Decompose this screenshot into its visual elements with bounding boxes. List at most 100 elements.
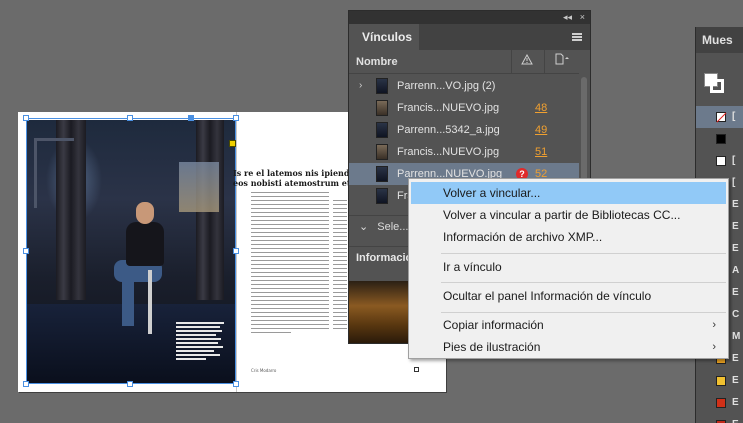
menu-item-hide-link-info[interactable]: Ocultar el panel Información de vínculo bbox=[411, 285, 726, 307]
selection-handle[interactable] bbox=[233, 115, 239, 121]
swatch-label: E bbox=[732, 397, 739, 408]
link-name: Francis...NUEVO.jpg bbox=[397, 146, 500, 158]
menu-item-relink-cc-libraries[interactable]: Volver a vincular a partir de Biblioteca… bbox=[411, 204, 726, 226]
selection-handle[interactable] bbox=[127, 381, 133, 387]
warning-icon[interactable] bbox=[511, 50, 541, 74]
stroke-swatch[interactable] bbox=[710, 79, 724, 93]
swatch-item[interactable]: E bbox=[696, 414, 743, 423]
headline-line: eos nobisti atemostrum et et bbox=[233, 178, 348, 188]
swatch-label: [ bbox=[732, 111, 736, 122]
menu-item-relink[interactable]: Volver a vincular... bbox=[411, 182, 726, 204]
link-preview-image bbox=[349, 281, 411, 343]
swatch-label: C bbox=[732, 309, 740, 320]
page-marker bbox=[414, 367, 419, 372]
link-thumbnail bbox=[376, 166, 388, 182]
link-row[interactable]: Parrenn...5342_a.jpg 49 bbox=[349, 119, 579, 141]
photo-figure-shin bbox=[122, 276, 134, 326]
swatch-color-chip bbox=[716, 112, 726, 122]
placed-photo[interactable] bbox=[26, 120, 235, 384]
page-footer: Cris Modarro bbox=[251, 368, 277, 373]
headline-line: Is re el latemos nis ipienda bbox=[233, 168, 348, 178]
menu-item-label: Ocultar el panel Información de vínculo bbox=[443, 289, 652, 303]
swatch-color-chip bbox=[716, 398, 726, 408]
page-icon[interactable] bbox=[544, 50, 579, 74]
panel-titlebar[interactable]: ◂◂ × bbox=[349, 11, 590, 24]
link-thumbnail bbox=[376, 78, 388, 94]
selection-handle[interactable] bbox=[188, 115, 194, 121]
swatch-item[interactable]: [ bbox=[696, 106, 743, 128]
link-row[interactable]: Francis...NUEVO.jpg 51 bbox=[349, 141, 579, 163]
photo-figure-torso bbox=[126, 222, 164, 266]
menu-item-label: Ir a vínculo bbox=[443, 260, 502, 274]
selection-handle[interactable] bbox=[23, 115, 29, 121]
column-name-header[interactable]: Nombre bbox=[356, 56, 398, 68]
menu-item-label: Volver a vincular... bbox=[443, 186, 541, 200]
swatch-item[interactable] bbox=[696, 128, 743, 150]
selection-handle[interactable] bbox=[23, 248, 29, 254]
swatch-label: E bbox=[732, 199, 739, 210]
link-page-number[interactable]: 48 bbox=[535, 97, 547, 119]
fill-stroke-icon[interactable] bbox=[704, 73, 724, 93]
link-page-number[interactable]: 49 bbox=[535, 119, 547, 141]
body-text-column[interactable] bbox=[333, 200, 347, 332]
article-headline[interactable]: Is re el latemos nis ipienda eos nobisti… bbox=[233, 168, 348, 188]
menu-item-go-to-link[interactable]: Ir a vínculo bbox=[411, 256, 726, 278]
menu-item-label: Pies de ilustración bbox=[443, 340, 541, 354]
panel-menu-icon[interactable] bbox=[572, 33, 582, 41]
photo-caption-text bbox=[176, 322, 226, 362]
swatch-color-chip bbox=[716, 376, 726, 386]
selection-handle[interactable] bbox=[233, 248, 239, 254]
swatch-item[interactable]: E bbox=[696, 392, 743, 414]
photo-stool bbox=[148, 270, 152, 334]
tab-swatches[interactable]: Mues bbox=[696, 27, 743, 53]
link-name: Parrenn...5342_a.jpg bbox=[397, 124, 500, 136]
menu-item-captions[interactable]: Pies de ilustración › bbox=[411, 336, 726, 358]
menu-item-label: Copiar información bbox=[443, 318, 544, 332]
swatch-label: E bbox=[732, 243, 739, 254]
link-thumbnail bbox=[376, 188, 388, 204]
swatch-color-chip bbox=[716, 156, 726, 166]
swatch-label: E bbox=[732, 375, 739, 386]
swatch-label: A bbox=[732, 265, 740, 276]
menu-separator bbox=[441, 253, 726, 254]
swatch-label: E bbox=[732, 221, 739, 232]
link-row[interactable]: › Parrenn...VO.jpg (2) bbox=[349, 75, 579, 97]
context-menu[interactable]: Volver a vincular... Volver a vincular a… bbox=[408, 178, 729, 359]
content-grabber-handle[interactable] bbox=[229, 140, 236, 147]
link-page-number[interactable]: 51 bbox=[535, 141, 547, 163]
close-panel-icon[interactable]: × bbox=[580, 11, 585, 24]
swatch-item[interactable]: [ bbox=[696, 150, 743, 172]
menu-item-xmp-info[interactable]: Información de archivo XMP... bbox=[411, 226, 726, 248]
link-thumbnail bbox=[376, 100, 388, 116]
photo-figure-head bbox=[136, 202, 154, 224]
menu-item-label: Volver a vincular a partir de Biblioteca… bbox=[443, 208, 681, 222]
links-scrollbar[interactable] bbox=[581, 77, 587, 187]
selection-handle[interactable] bbox=[233, 381, 239, 387]
swatch-label: E bbox=[732, 414, 739, 423]
tab-links[interactable]: Vínculos bbox=[349, 24, 419, 50]
submenu-arrow-icon: › bbox=[712, 341, 716, 353]
body-text-column[interactable] bbox=[251, 192, 329, 336]
selection-handle[interactable] bbox=[127, 115, 133, 121]
expand-twisty-icon[interactable]: › bbox=[359, 75, 362, 97]
swatch-label: E bbox=[732, 353, 739, 364]
link-name: Francis...NUEVO.jpg bbox=[397, 102, 500, 114]
link-thumbnail bbox=[376, 122, 388, 138]
swatch-label: [ bbox=[732, 177, 736, 188]
swatch-color-chip bbox=[716, 134, 726, 144]
menu-item-label: Información de archivo XMP... bbox=[443, 230, 603, 244]
link-row[interactable]: Francis...NUEVO.jpg 48 bbox=[349, 97, 579, 119]
swatch-item[interactable]: E bbox=[696, 370, 743, 392]
photo-crane bbox=[34, 138, 74, 208]
photo-window bbox=[179, 162, 219, 212]
chevron-down-icon[interactable]: ⌄ bbox=[359, 221, 368, 233]
menu-separator bbox=[441, 312, 726, 313]
panel-tab-row: Vínculos bbox=[349, 24, 590, 50]
selection-handle[interactable] bbox=[23, 381, 29, 387]
submenu-arrow-icon: › bbox=[712, 319, 716, 331]
swatch-label: [ bbox=[732, 155, 736, 166]
links-list-header[interactable]: Nombre bbox=[349, 50, 579, 74]
selection-label: Sele... bbox=[377, 221, 409, 233]
menu-item-copy-info[interactable]: Copiar información › bbox=[411, 314, 726, 336]
collapse-panel-icon[interactable]: ◂◂ bbox=[563, 11, 572, 24]
